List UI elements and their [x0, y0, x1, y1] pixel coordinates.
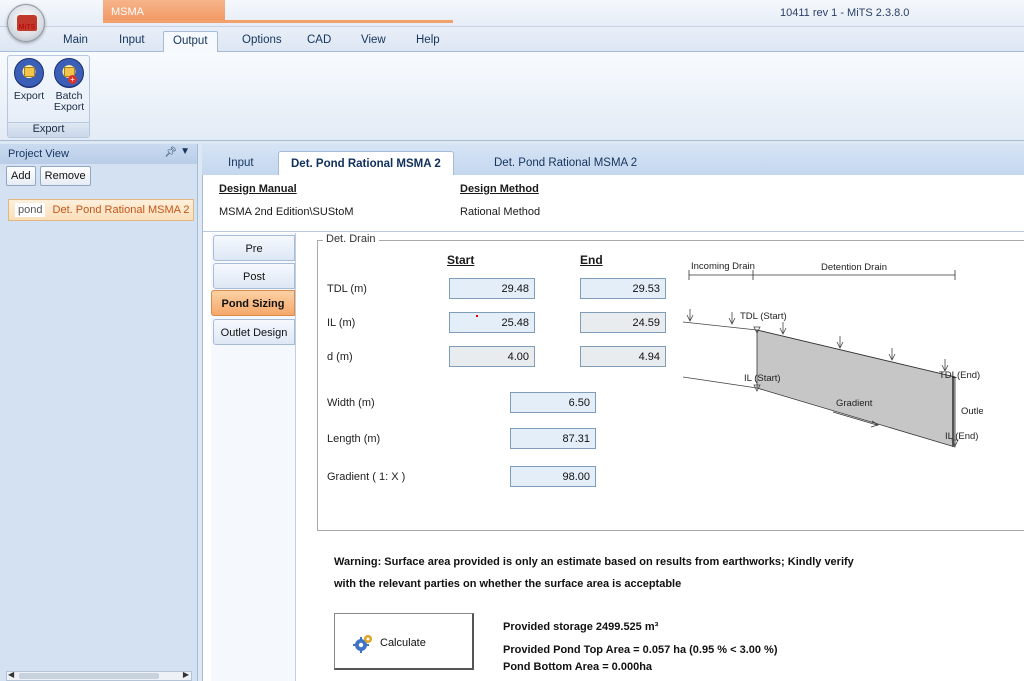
il-start-input[interactable]: 25.48 — [449, 312, 535, 333]
start-column-header: Start — [447, 253, 475, 267]
design-manual-value: MSMA 2nd Edition\SUStoM — [219, 206, 354, 218]
tab-options[interactable]: Options — [235, 32, 289, 48]
tab-view[interactable]: View — [354, 32, 393, 48]
tab-output[interactable]: Output — [163, 31, 218, 53]
ribbon-panel: Export + Batch Export Export — [0, 52, 1024, 141]
batch-export-button[interactable]: + Batch Export — [50, 58, 88, 113]
il-start-text: IL (Start) — [744, 373, 781, 384]
context-tab-label: MSMA — [111, 6, 144, 18]
design-method-value: Rational Method — [460, 206, 541, 218]
tdl-end-input[interactable]: 29.53 — [580, 278, 666, 299]
item-name: Det. Pond Rational MSMA 2 — [52, 204, 190, 216]
export-group: Export + Batch Export Export — [7, 55, 90, 138]
scroll-left-icon[interactable]: ◀ — [8, 670, 14, 679]
gear-icon — [353, 635, 372, 653]
context-tab-underline — [103, 20, 453, 23]
il-label: IL (m) — [327, 317, 356, 329]
d-label: d (m) — [327, 351, 353, 363]
export-icon — [14, 58, 44, 88]
project-view-toolbar: Add Remove — [6, 166, 92, 186]
tab-main[interactable]: Main — [56, 32, 95, 48]
warning-line-1: Warning: Surface area provided is only a… — [334, 556, 854, 568]
side-tab-strip: Pre Post Pond Sizing Outlet Design — [211, 233, 296, 681]
side-tab-pond-sizing[interactable]: Pond Sizing — [211, 290, 295, 316]
end-column-header: End — [580, 253, 603, 267]
doc-tab-det-pond-1[interactable]: Det. Pond Rational MSMA 2 — [278, 151, 454, 175]
scroll-right-icon[interactable]: ▶ — [183, 670, 189, 679]
item-type-tag: pond — [15, 203, 46, 217]
length-input[interactable]: 87.31 — [510, 428, 596, 449]
design-method-label: Design Method — [460, 183, 539, 195]
export-button-label: Export — [13, 90, 45, 102]
add-button[interactable]: Add — [6, 166, 36, 186]
tab-help[interactable]: Help — [409, 32, 447, 48]
tdl-start-input[interactable]: 29.48 — [449, 278, 535, 299]
app-logo-text: MiTS — [18, 24, 36, 31]
project-view-scrollbar[interactable]: ◀ ▶ — [6, 670, 192, 681]
batch-export-icon: + — [54, 58, 84, 88]
main-content: Design Manual MSMA 2nd Edition\SUStoM De… — [202, 175, 1024, 681]
tdl-end-text: TDL(End) — [939, 370, 980, 381]
side-tab-pre[interactable]: Pre — [213, 235, 295, 261]
il-end-input[interactable]: 24.59 — [580, 312, 666, 333]
gradient-label: Gradient ( 1: X ) — [327, 471, 406, 483]
project-view-panel: Project View 📌︎ ▼ Add Remove pond Det. P… — [0, 144, 198, 681]
pond-top-area-text: Provided Pond Top Area = 0.057 ha (0.95 … — [503, 644, 778, 656]
gradient-input[interactable]: 98.00 — [510, 466, 596, 487]
project-tree-item[interactable]: pond Det. Pond Rational MSMA 2 — [8, 199, 194, 221]
il-end-text: IL (End) — [945, 431, 978, 442]
export-group-label: Export — [8, 122, 89, 137]
doc-tab-input[interactable]: Input — [216, 151, 266, 175]
width-label: Width (m) — [327, 397, 375, 409]
context-tab-msma[interactable]: MSMA — [103, 0, 225, 20]
detention-drain-diagram: Incoming Drain Detention Drain TDL (Star… — [683, 261, 983, 448]
tab-cad[interactable]: CAD — [300, 32, 338, 48]
validation-marker — [476, 315, 478, 317]
export-button[interactable]: Export — [10, 58, 48, 102]
header-divider — [203, 231, 1024, 232]
side-tab-post[interactable]: Post — [213, 263, 295, 289]
dropdown-arrow-icon[interactable]: ▼ — [180, 146, 190, 157]
tab-input[interactable]: Input — [112, 32, 152, 48]
outlet-text: Outlet — [961, 406, 983, 417]
d-end-input[interactable]: 4.94 — [580, 346, 666, 367]
ribbon-tab-bar: Main Input Output Options CAD View Help — [0, 27, 1024, 53]
title-bar: MSMA 10411 rev 1 - MiTS 2.3.8.0 — [0, 0, 1024, 27]
detention-drain-text: Detention Drain — [821, 262, 887, 273]
window-title: 10411 rev 1 - MiTS 2.3.8.0 — [780, 7, 910, 19]
doc-tab-det-pond-2[interactable]: Det. Pond Rational MSMA 2 — [482, 151, 649, 175]
pin-icon[interactable]: 📌︎ — [164, 147, 177, 158]
scroll-thumb[interactable] — [19, 673, 159, 679]
app-menu-button[interactable]: MiTS — [7, 4, 45, 42]
batch-export-button-label: Batch Export — [53, 90, 85, 113]
pond-bottom-area-text: Pond Bottom Area = 0.000ha — [503, 661, 653, 673]
calculate-button-label: Calculate — [380, 637, 426, 649]
tdl-label: TDL (m) — [327, 283, 367, 295]
remove-button[interactable]: Remove — [39, 166, 91, 186]
project-view-header: Project View 📌︎ ▼ — [0, 144, 197, 164]
design-manual-label: Design Manual — [219, 183, 297, 195]
provided-storage-text: Provided storage 2499.525 m³ — [503, 621, 659, 633]
d-start-input[interactable]: 4.00 — [449, 346, 535, 367]
length-label: Length (m) — [327, 433, 381, 445]
gradient-text: Gradient — [836, 398, 873, 409]
tdl-start-text: TDL (Start) — [740, 311, 787, 322]
document-tab-bar: Input Det. Pond Rational MSMA 2 Det. Pon… — [202, 144, 1024, 175]
width-input[interactable]: 6.50 — [510, 392, 596, 413]
incoming-drain-text: Incoming Drain — [691, 261, 755, 272]
calculate-button[interactable]: Calculate — [334, 613, 474, 670]
det-drain-legend: Det. Drain — [323, 233, 379, 245]
warning-line-2: with the relevant parties on whether the… — [334, 578, 682, 590]
project-view-title: Project View — [8, 148, 69, 160]
side-tab-outlet-design[interactable]: Outlet Design — [213, 319, 295, 345]
